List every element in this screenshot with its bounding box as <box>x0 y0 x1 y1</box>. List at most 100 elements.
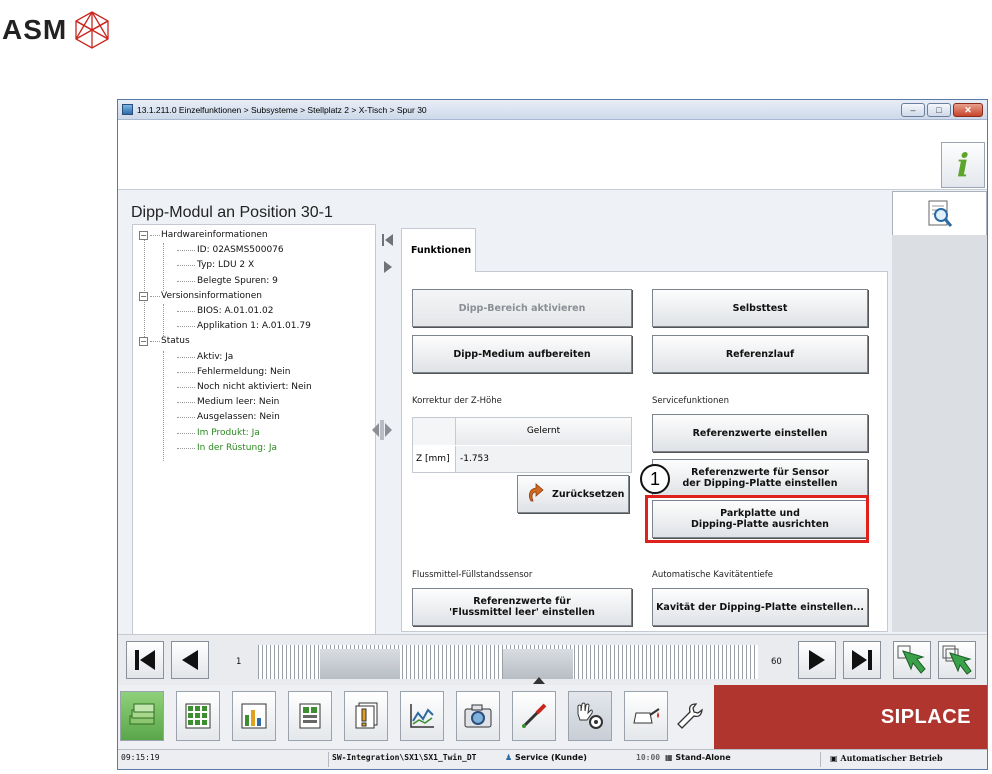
tab-panel-funktionen: Dipp-Bereich aktivieren Selbsttest Dipp-… <box>401 271 888 632</box>
function-tabs: Funktionen Dipp-Bereich aktivieren Selbs… <box>401 224 888 632</box>
undo-arrow-icon <box>529 483 544 502</box>
first-position-label: 1 <box>236 657 242 667</box>
collapse-icon[interactable]: − <box>139 291 148 301</box>
stack-icon <box>129 703 155 725</box>
machine-icon: ▦ <box>665 753 673 762</box>
row-label: Z [mm] <box>413 446 456 472</box>
oil-can-icon <box>633 708 660 724</box>
tool-settings[interactable] <box>670 691 710 741</box>
highlight-frame <box>645 495 869 543</box>
first-page-button[interactable] <box>126 641 164 679</box>
line-chart-icon <box>410 704 434 728</box>
dipp-medium-aufbereiten-button[interactable]: Dipp-Medium aufbereiten <box>412 335 632 373</box>
tool-grid[interactable] <box>176 691 220 741</box>
tool-service[interactable] <box>568 691 612 741</box>
green-arrow-icon <box>897 645 926 674</box>
referenzwerte-sensor-button[interactable]: Referenzwerte für Sensor der Dipping-Plat… <box>652 459 868 497</box>
info-icon: i <box>956 146 970 184</box>
hand-gear-icon <box>577 702 603 729</box>
title-bar: 13.1.211.0 Einzelfunktionen > Subsysteme… <box>118 100 987 120</box>
jump-forward-button[interactable] <box>938 641 976 679</box>
triangle-right-icon <box>809 650 825 670</box>
info-tree: − Hardwareinformationen ID: 02ASMS500076 … <box>132 224 376 637</box>
kavitaet-einstellen-button[interactable]: Kavität der Dipping-Platte einstellen... <box>652 588 868 626</box>
referenzwerte-einstellen-button[interactable]: Referenzwerte einstellen <box>652 414 868 452</box>
service-section-label: Servicefunktionen <box>652 396 730 406</box>
previous-page-button[interactable] <box>171 641 209 679</box>
flussmittel-leer-button[interactable]: Referenzwerte für 'Flussmittel leer' eins… <box>412 588 632 626</box>
operation-icon: ▣ <box>830 753 838 763</box>
collapse-left-icon[interactable] <box>382 233 394 247</box>
position-range-2 <box>503 649 573 679</box>
z-value-cell[interactable]: -1.753 <box>456 446 631 472</box>
top-info-bar: i <box>118 120 987 190</box>
app-icon <box>122 104 133 115</box>
pipette-icon <box>521 703 547 729</box>
column-header: Gelernt <box>456 418 631 445</box>
tree-item: Typ: LDU 2 X <box>137 258 375 273</box>
tree-group-status[interactable]: − Status <box>137 334 375 349</box>
status-path: SW-Integration\SX1\SX1_Twin_DT <box>332 753 477 762</box>
last-page-button[interactable] <box>843 641 881 679</box>
expand-right-icon[interactable] <box>382 260 394 274</box>
tool-trend[interactable] <box>400 691 444 741</box>
camera-icon <box>464 704 492 728</box>
skip-last-icon <box>852 650 872 670</box>
position-range-1 <box>320 649 400 679</box>
tree-item: Im Produkt: Ja <box>137 426 375 441</box>
status-service: ♟ Service (Kunde) <box>505 753 587 762</box>
siplace-logo: SIPLACE <box>714 685 987 749</box>
window-title: 13.1.211.0 Einzelfunktionen > Subsysteme… <box>137 104 427 115</box>
callout-marker: 1 <box>640 464 670 494</box>
splitter-handle-icon[interactable] <box>372 418 392 442</box>
magnifier-document-icon <box>928 200 952 227</box>
tree-item: BIOS: A.01.01.02 <box>137 304 375 319</box>
triangle-left-icon <box>182 650 198 670</box>
inspect-button[interactable] <box>892 191 987 235</box>
main-toolbar: SIPLACE <box>118 685 987 749</box>
next-page-button[interactable] <box>798 641 836 679</box>
maximize-button[interactable]: □ <box>927 103 951 117</box>
position-scrollbar: 1 60 <box>118 634 987 685</box>
collapse-icon[interactable]: − <box>139 337 148 347</box>
tree-group-hardware[interactable]: − Hardwareinformationen <box>137 228 375 243</box>
tree-item: Applikation 1: A.01.01.79 <box>137 319 375 334</box>
tree-item: Medium leer: Nein <box>137 395 375 410</box>
close-button[interactable]: ✕ <box>953 103 983 117</box>
status-operation: ▣ Automatischer Betrieb <box>830 753 943 763</box>
tool-statistics[interactable] <box>232 691 276 741</box>
asm-logo: ASM <box>0 8 111 52</box>
current-position-marker[interactable] <box>533 677 545 684</box>
tool-camera[interactable] <box>456 691 500 741</box>
tool-oil[interactable] <box>624 691 668 741</box>
application-window: 13.1.211.0 Einzelfunktionen > Subsysteme… <box>117 99 988 770</box>
status-clock: 10:00 <box>636 753 661 762</box>
collapse-icon[interactable]: − <box>139 231 148 240</box>
wrench-icon <box>677 703 703 729</box>
tree-item: ID: 02ASMS500076 <box>137 243 375 258</box>
tree-item: Fehlermeldung: Nein <box>137 365 375 380</box>
status-mode: ▦ Stand-Alone <box>665 753 731 762</box>
tree-group-versions[interactable]: − Versionsinformationen <box>137 289 375 304</box>
asm-emblem-icon <box>75 11 109 49</box>
tool-board-stack[interactable] <box>120 691 164 741</box>
tool-module[interactable] <box>288 691 332 741</box>
status-time: 09:15:19 <box>121 753 160 762</box>
jump-back-button[interactable] <box>893 641 931 679</box>
tree-item: Aktiv: Ja <box>137 350 375 365</box>
selbsttest-button[interactable]: Selbsttest <box>652 289 868 327</box>
bar-chart-icon <box>241 703 267 729</box>
grid-icon <box>185 703 211 729</box>
green-arrow-double-icon <box>942 645 972 675</box>
tree-item: In der Rüstung: Ja <box>137 441 375 456</box>
minimize-button[interactable]: – <box>901 103 925 117</box>
tool-nozzle[interactable] <box>512 691 556 741</box>
dipp-aktivieren-button[interactable]: Dipp-Bereich aktivieren <box>412 289 632 327</box>
page-title: Dipp-Modul an Position 30-1 <box>131 204 333 221</box>
tool-messages[interactable] <box>344 691 388 741</box>
info-button[interactable]: i <box>941 142 985 188</box>
referenzlauf-button[interactable]: Referenzlauf <box>652 335 868 373</box>
user-icon: ♟ <box>505 753 513 762</box>
tab-funktionen[interactable]: Funktionen <box>401 228 476 272</box>
zuruecksetzen-button[interactable]: Zurücksetzen <box>517 475 629 513</box>
